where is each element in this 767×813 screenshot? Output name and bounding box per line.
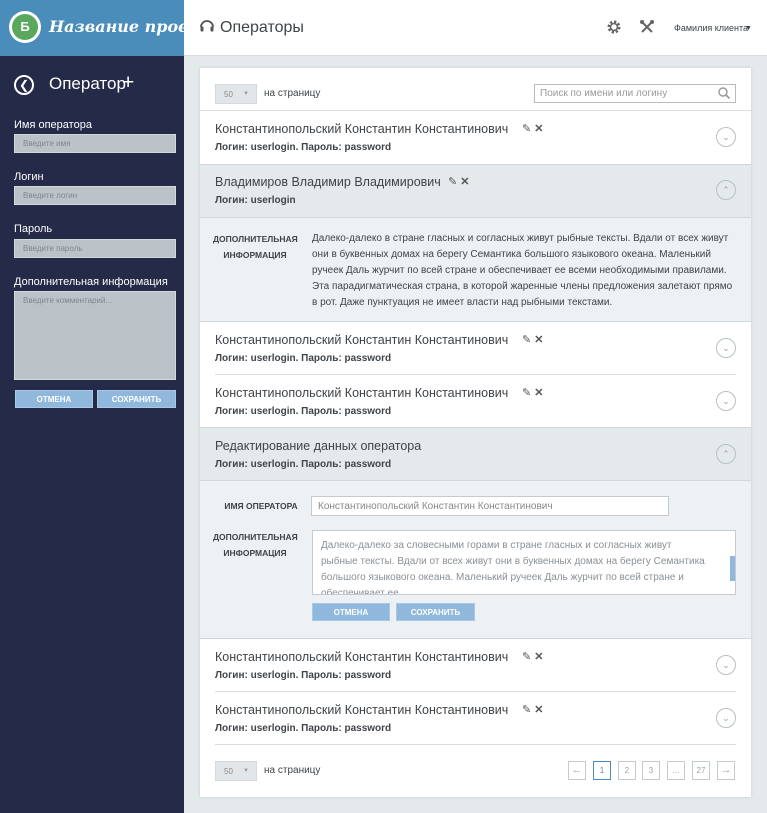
delete-icon[interactable]: ✕ xyxy=(534,334,543,346)
operator-login: Логин: userlogin. Пароль: password xyxy=(215,723,392,734)
edit-info-label-line2: ИНФОРМАЦИЯ xyxy=(223,548,287,558)
delete-icon[interactable]: ✕ xyxy=(460,176,469,188)
chevron-down-icon[interactable]: ⌄ xyxy=(716,338,736,358)
operator-name: Константинопольский Константин Константи… xyxy=(215,386,509,400)
chevron-down-icon[interactable]: ⌄ xyxy=(716,127,736,147)
chevron-down-icon[interactable]: ⌄ xyxy=(716,655,736,675)
details-label: ДОПОЛНИТЕЛЬНАЯ ИНФОРМАЦИЯ xyxy=(213,231,298,263)
row-actions: ✎ ✕ xyxy=(522,122,544,135)
per-page-label: на страницу xyxy=(264,88,321,99)
chevron-up-icon[interactable]: ⌃ xyxy=(716,444,736,464)
per-page-label: на страницу xyxy=(264,765,321,776)
edit-icon[interactable]: ✎ xyxy=(522,334,531,346)
sidebar-save-button[interactable]: СОХРАНИТЬ xyxy=(97,390,176,408)
sidebar xyxy=(0,56,184,813)
page-button[interactable]: 2 xyxy=(618,761,636,780)
edit-icon[interactable]: ✎ xyxy=(448,176,457,188)
page-ellipsis: ... xyxy=(667,761,685,780)
edit-cancel-button[interactable]: ОТМЕНА xyxy=(312,603,390,621)
tools-icon[interactable] xyxy=(639,19,655,35)
password-label: Пароль xyxy=(14,223,53,235)
chevron-down-icon[interactable]: ⌄ xyxy=(716,708,736,728)
logo[interactable]: Б xyxy=(9,11,41,43)
operator-name: Константинопольский Константин Константи… xyxy=(215,650,509,664)
operator-name: Константинопольский Константин Константи… xyxy=(215,122,509,136)
divider xyxy=(215,691,736,692)
edit-name-label: ИМЯ ОПЕРАТОРА xyxy=(224,501,298,511)
edit-info-textarea[interactable]: Далеко-далеко за словесными горами в стр… xyxy=(312,530,736,595)
row-actions: ✎ ✕ xyxy=(522,703,544,716)
page-button-current[interactable]: 1 xyxy=(593,761,611,780)
operator-login: Логин: userlogin. Пароль: password xyxy=(215,406,392,417)
name-input[interactable]: Введите имя xyxy=(14,134,176,153)
table-row-editing[interactable] xyxy=(200,427,751,480)
details-label-line2: ИНФОРМАЦИЯ xyxy=(223,250,287,260)
edit-save-button[interactable]: СОХРАНИТЬ xyxy=(396,603,475,621)
sidebar-title: Оператор xyxy=(49,74,126,93)
edit-info-label-line1: ДОПОЛНИТЕЛЬНАЯ xyxy=(213,532,298,542)
name-label: Имя оператора xyxy=(14,119,92,131)
edit-info-label: ДОПОЛНИТЕЛЬНАЯ ИНФОРМАЦИЯ xyxy=(213,529,298,561)
per-page-select[interactable]: 50 ▼ xyxy=(215,84,257,104)
page-button[interactable]: 3 xyxy=(642,761,660,780)
delete-icon[interactable]: ✕ xyxy=(534,651,543,663)
operator-login: Логин: userlogin. Пароль: password xyxy=(215,353,392,364)
page-title: Операторы xyxy=(220,19,304,36)
edit-icon[interactable]: ✎ xyxy=(522,123,531,135)
next-page-icon[interactable]: → xyxy=(717,761,735,780)
login-input[interactable]: Введите логин xyxy=(14,186,176,205)
chevron-up-icon[interactable]: ⌃ xyxy=(716,180,736,200)
edit-name-input[interactable]: Константинопольский Константин Константи… xyxy=(311,496,669,516)
operator-name: Константинопольский Константин Константи… xyxy=(215,703,509,717)
per-page-value: 50 xyxy=(224,90,233,99)
row-actions: ✎ ✕ xyxy=(522,333,544,346)
per-page-select-bottom[interactable]: 50 ▼ xyxy=(215,761,257,781)
add-icon[interactable]: + xyxy=(122,71,134,95)
headset-icon xyxy=(200,20,214,32)
divider xyxy=(200,110,751,111)
login-label: Логин xyxy=(14,171,44,183)
page-button[interactable]: 27 xyxy=(692,761,710,780)
row-actions: ✎ ✕ xyxy=(522,386,544,399)
client-menu[interactable]: Фамилия клиента xyxy=(674,23,748,33)
prev-page-icon[interactable]: ← xyxy=(568,761,586,780)
edit-icon[interactable]: ✎ xyxy=(522,651,531,663)
edit-icon[interactable]: ✎ xyxy=(522,387,531,399)
operator-login: Логин: userlogin xyxy=(215,195,296,206)
comment-input[interactable]: Введите комментарий... xyxy=(14,291,176,380)
delete-icon[interactable]: ✕ xyxy=(534,387,543,399)
operator-name: Константинопольский Константин Константи… xyxy=(215,333,509,347)
table-row-expanded[interactable] xyxy=(200,164,751,217)
comment-label: Дополнительная информация xyxy=(14,276,168,288)
gear-icon[interactable] xyxy=(606,19,622,35)
back-icon[interactable]: ❮ xyxy=(14,75,34,95)
search-icon[interactable] xyxy=(717,86,731,100)
caret-down-icon: ▼ xyxy=(243,768,249,774)
operator-name: Владимиров Владимир Владимирович xyxy=(215,175,441,189)
sidebar-cancel-button[interactable]: ОТМЕНА xyxy=(15,390,93,408)
scrollbar-thumb[interactable] xyxy=(730,556,735,581)
divider xyxy=(215,744,736,745)
details-text: Далеко-далеко в стране гласных и согласн… xyxy=(312,233,733,308)
edit-icon[interactable]: ✎ xyxy=(522,704,531,716)
delete-icon[interactable]: ✕ xyxy=(534,704,543,716)
chevron-down-icon[interactable]: ⌄ xyxy=(716,391,736,411)
search-input[interactable]: Поиск по имени или логину xyxy=(534,84,736,103)
details-label-line1: ДОПОЛНИТЕЛЬНАЯ xyxy=(213,234,298,244)
divider xyxy=(215,374,736,375)
edit-info-text: Далеко-далеко за словесными горами в стр… xyxy=(321,540,705,595)
logo-letter: Б xyxy=(12,14,38,40)
caret-down-icon[interactable]: ▼ xyxy=(745,25,752,32)
operator-login: Логин: userlogin. Пароль: password xyxy=(215,142,392,153)
delete-icon[interactable]: ✕ xyxy=(534,123,543,135)
edit-title: Редактирование данных оператора xyxy=(215,439,422,453)
row-actions: ✎ ✕ xyxy=(522,650,544,663)
operator-login: Логин: userlogin. Пароль: password xyxy=(215,670,392,681)
row-actions: ✎ ✕ xyxy=(448,175,470,188)
password-input[interactable]: Введите пароль xyxy=(14,239,176,258)
per-page-value: 50 xyxy=(224,767,233,776)
caret-down-icon: ▼ xyxy=(243,91,249,97)
operator-login: Логин: userlogin. Пароль: password xyxy=(215,459,392,470)
